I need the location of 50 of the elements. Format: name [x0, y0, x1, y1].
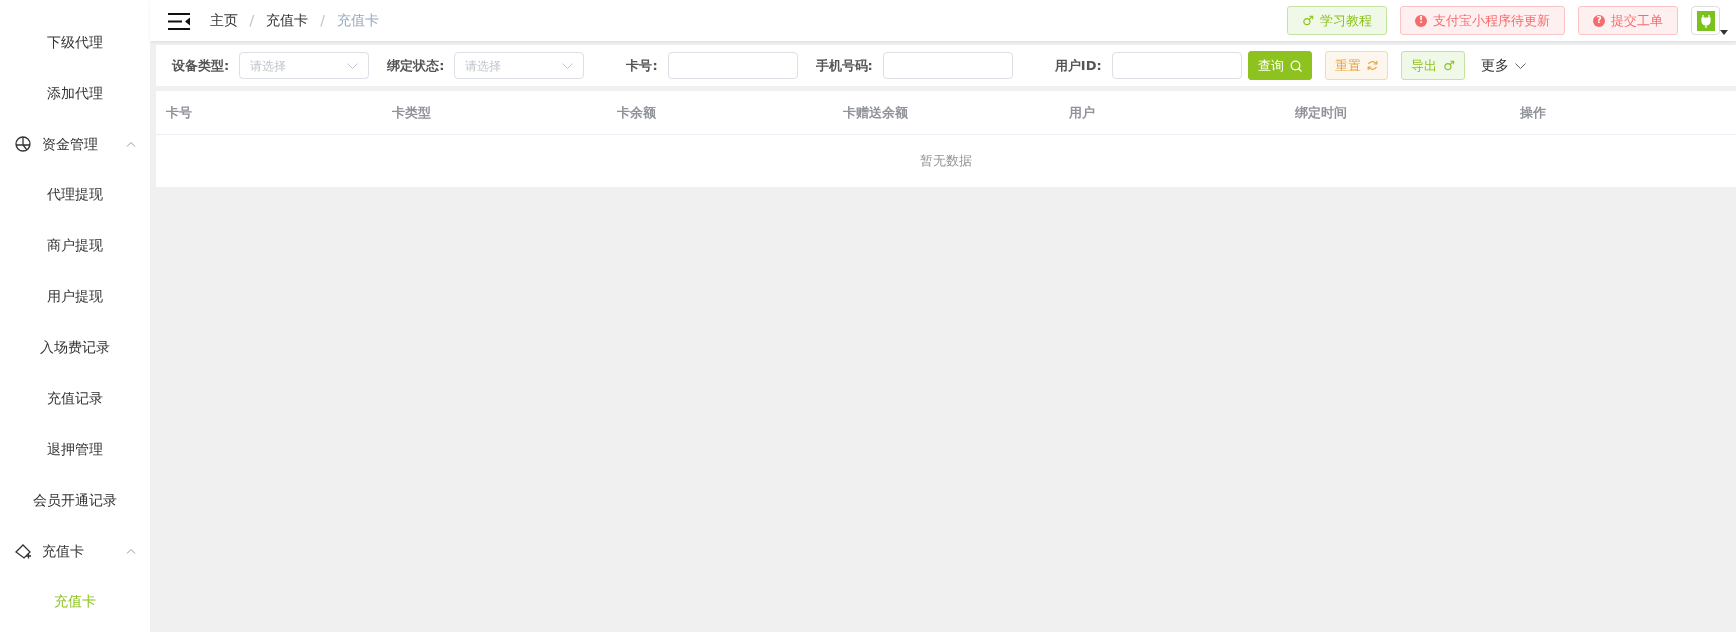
more-dropdown[interactable]: 更多 [1477, 51, 1529, 80]
sidebar-item[interactable]: 添加代理 [0, 68, 150, 119]
sidebar-item[interactable]: 充值记录 [0, 373, 150, 424]
text-input-field[interactable] [1111, 52, 1242, 79]
sidebar-item[interactable]: 用户提现 [0, 271, 150, 322]
sidebar-item[interactable]: 下级代理 [0, 17, 150, 68]
empty-message: 暂无数据 [156, 134, 1736, 187]
chevron-down-icon [347, 62, 359, 69]
column-header: 卡赠送余额 [833, 91, 1059, 134]
caret-icon [1720, 30, 1728, 35]
breadcrumb-separator: / [320, 11, 325, 30]
male-sign-icon: ♂ [1302, 10, 1314, 31]
sidebar-item[interactable]: 代理提现 [0, 169, 150, 220]
refresh-icon [1367, 60, 1379, 71]
filter-label: 设备类型: [172, 56, 230, 75]
chevron-icon [126, 548, 136, 554]
filter-label: 用户ID: [1054, 56, 1102, 75]
card-plus-icon [14, 542, 32, 560]
sidebar-item[interactable]: 会员开通记录 [0, 475, 150, 526]
male-sign-icon: ♂ [1443, 55, 1455, 76]
filter-label: 手机号码: [815, 56, 873, 75]
info-icon: ? [1593, 14, 1605, 27]
column-header: 卡余额 [607, 91, 834, 134]
app-logo-icon[interactable] [1691, 6, 1720, 35]
sidebar-item[interactable]: 入场费记录 [0, 322, 150, 373]
sidebar-group-label: 充值卡 [42, 541, 85, 561]
pie-chart-icon [14, 135, 32, 153]
column-header: 卡类型 [381, 91, 608, 134]
column-header: 卡号 [156, 91, 382, 134]
chevron-down-icon [1514, 62, 1526, 69]
sidebar-item[interactable]: 商户提现 [0, 220, 150, 271]
column-header: 绑定时间 [1284, 91, 1511, 134]
sidebar-item[interactable]: 退押管理 [0, 424, 150, 475]
filter-label: 卡号: [626, 56, 658, 75]
sidebar-group-header[interactable]: 资金管理 [0, 119, 150, 169]
column-header: 用户 [1058, 91, 1285, 134]
menu-toggle-icon[interactable] [168, 12, 190, 30]
filter-label: 绑定状态: [387, 56, 445, 75]
text-input-field[interactable] [882, 52, 1013, 79]
info-icon: ! [1415, 14, 1427, 27]
breadcrumb-link[interactable]: 主页 [209, 10, 238, 31]
text-input-field[interactable] [667, 52, 798, 79]
breadcrumb-link[interactable]: 充值卡 [266, 10, 309, 31]
sidebar-group-label: 资金管理 [42, 134, 99, 154]
chevron-icon [126, 141, 136, 147]
column-header: 操作 [1510, 91, 1736, 134]
breadcrumb-separator: / [249, 11, 255, 30]
chevron-down-icon [562, 62, 574, 69]
search-icon [1290, 59, 1303, 72]
sidebar-group-header[interactable]: 充值卡 [0, 526, 150, 576]
